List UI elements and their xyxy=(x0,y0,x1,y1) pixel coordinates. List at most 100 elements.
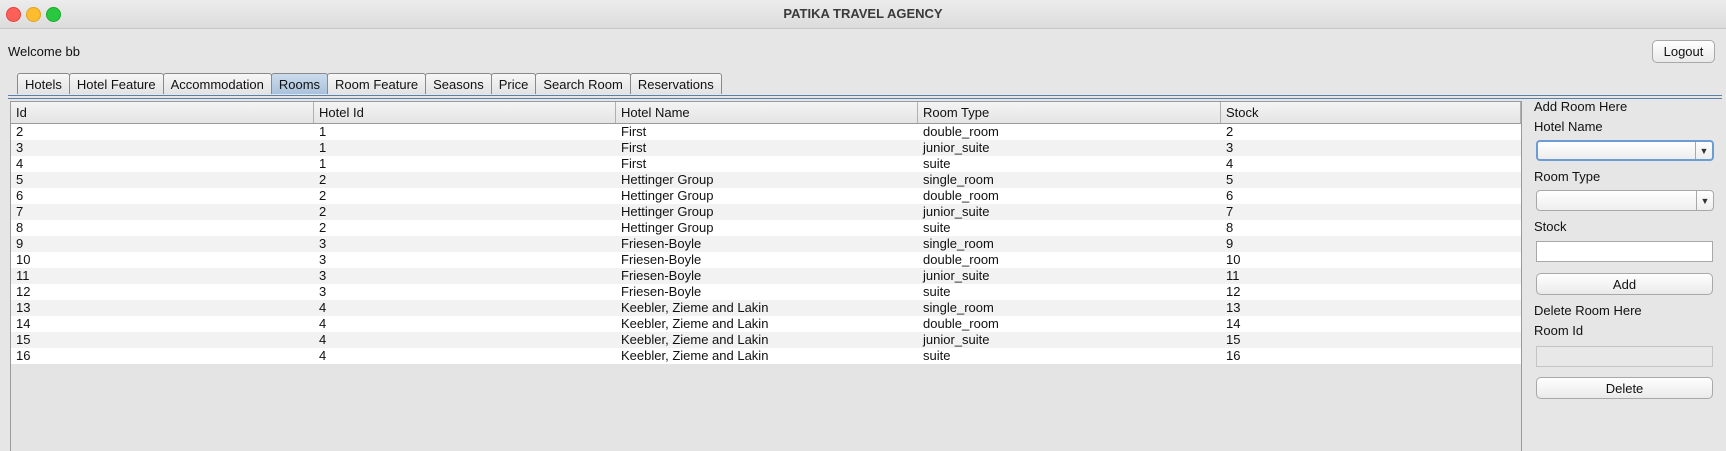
column-header-hotel-id[interactable]: Hotel Id xyxy=(314,102,616,123)
cell-hotel-name: Friesen-Boyle xyxy=(621,236,702,251)
tab-accommodation[interactable]: Accommodation xyxy=(162,73,272,94)
cell-hotel-id: 1 xyxy=(319,156,327,171)
cell-room-type: junior_suite xyxy=(923,204,990,219)
tab-divider xyxy=(8,95,1722,96)
cell-hotel-id: 2 xyxy=(319,204,327,219)
cell-id: 3 xyxy=(16,140,24,155)
stock-input[interactable] xyxy=(1536,241,1713,262)
cell-stock: 4 xyxy=(1226,156,1234,171)
room-type-select[interactable]: ▼ xyxy=(1536,190,1714,211)
hotel-name-select[interactable]: ▼ xyxy=(1536,140,1714,161)
stock-label: Stock xyxy=(1534,219,1567,234)
tab-rooms[interactable]: Rooms xyxy=(270,73,329,94)
cell-hotel-name: Keebler, Zieme and Lakin xyxy=(621,316,769,331)
cell-hotel-id: 3 xyxy=(319,252,327,267)
cell-id: 12 xyxy=(16,284,31,299)
table-row[interactable]: 6 2 Hettinger Group double_room 6 xyxy=(11,188,1521,204)
cell-hotel-name: Friesen-Boyle xyxy=(621,268,702,283)
room-id-input xyxy=(1536,346,1713,367)
cell-room-type: single_room xyxy=(923,236,994,251)
tab-hotels[interactable]: Hotels xyxy=(17,73,70,94)
delete-room-button[interactable]: Delete xyxy=(1536,377,1713,399)
cell-hotel-name: Hettinger Group xyxy=(621,204,714,219)
cell-hotel-name: Friesen-Boyle xyxy=(621,252,702,267)
cell-hotel-id: 1 xyxy=(319,140,327,155)
cell-hotel-name: First xyxy=(621,140,647,155)
table-row[interactable]: 16 4 Keebler, Zieme and Lakin suite 16 xyxy=(11,348,1521,364)
cell-hotel-name: Keebler, Zieme and Lakin xyxy=(621,348,769,363)
cell-hotel-id: 2 xyxy=(319,220,327,235)
cell-room-type: double_room xyxy=(923,188,999,203)
add-room-button[interactable]: Add xyxy=(1536,273,1713,295)
rooms-table[interactable]: Id Hotel Id Hotel Name Room Type Stock 2… xyxy=(10,101,1522,451)
table-row[interactable]: 8 2 Hettinger Group suite 8 xyxy=(11,220,1521,236)
cell-id: 15 xyxy=(16,332,31,347)
table-row[interactable]: 14 4 Keebler, Zieme and Lakin double_roo… xyxy=(11,316,1521,332)
table-row[interactable]: 12 3 Friesen-Boyle suite 12 xyxy=(11,284,1521,300)
tab-price[interactable]: Price xyxy=(490,73,537,94)
cell-hotel-name: Hettinger Group xyxy=(621,172,714,187)
logout-button[interactable]: Logout xyxy=(1652,40,1715,63)
table-row[interactable]: 7 2 Hettinger Group junior_suite 7 xyxy=(11,204,1521,220)
cell-room-type: suite xyxy=(923,220,951,235)
cell-stock: 16 xyxy=(1226,348,1241,363)
cell-id: 9 xyxy=(16,236,24,251)
tab-hotel-feature[interactable]: Hotel Feature xyxy=(68,73,164,94)
table-row[interactable]: 2 1 First double_room 2 xyxy=(11,124,1521,140)
cell-id: 6 xyxy=(16,188,24,203)
table-body: 2 1 First double_room 2 3 1 First junior… xyxy=(11,124,1521,364)
table-row[interactable]: 5 2 Hettinger Group single_room 5 xyxy=(11,172,1521,188)
cell-id: 2 xyxy=(16,124,24,139)
cell-id: 7 xyxy=(16,204,24,219)
table-row[interactable]: 13 4 Keebler, Zieme and Lakin single_roo… xyxy=(11,300,1521,316)
cell-hotel-name: Keebler, Zieme and Lakin xyxy=(621,332,769,347)
table-row[interactable]: 11 3 Friesen-Boyle junior_suite 11 xyxy=(11,268,1521,284)
cell-stock: 12 xyxy=(1226,284,1241,299)
tab-reservations[interactable]: Reservations xyxy=(629,73,722,94)
cell-id: 4 xyxy=(16,156,24,171)
cell-hotel-id: 2 xyxy=(319,188,327,203)
room-id-label: Room Id xyxy=(1534,323,1584,338)
cell-hotel-id: 3 xyxy=(319,236,327,251)
column-header-room-type[interactable]: Room Type xyxy=(918,102,1221,123)
column-header-id[interactable]: Id xyxy=(11,102,314,123)
cell-room-type: double_room xyxy=(923,124,999,139)
delete-room-heading: Delete Room Here xyxy=(1534,303,1642,318)
tab-bar: Hotels Hotel Feature Accommodation Rooms… xyxy=(17,73,722,95)
table-row[interactable]: 10 3 Friesen-Boyle double_room 10 xyxy=(11,252,1521,268)
cell-hotel-id: 3 xyxy=(319,284,327,299)
cell-stock: 5 xyxy=(1226,172,1234,187)
cell-stock: 15 xyxy=(1226,332,1241,347)
chevron-down-icon[interactable]: ▼ xyxy=(1695,142,1712,159)
table-row[interactable]: 9 3 Friesen-Boyle single_room 9 xyxy=(11,236,1521,252)
column-header-stock[interactable]: Stock xyxy=(1221,102,1521,123)
hotel-name-label: Hotel Name xyxy=(1534,119,1603,134)
table-row[interactable]: 4 1 First suite 4 xyxy=(11,156,1521,172)
add-room-heading: Add Room Here xyxy=(1534,99,1628,114)
cell-stock: 11 xyxy=(1226,268,1240,283)
cell-stock: 6 xyxy=(1226,188,1234,203)
chevron-down-icon[interactable]: ▼ xyxy=(1696,191,1713,210)
cell-hotel-id: 4 xyxy=(319,348,327,363)
table-row[interactable]: 15 4 Keebler, Zieme and Lakin junior_sui… xyxy=(11,332,1521,348)
cell-room-type: double_room xyxy=(923,316,999,331)
cell-room-type: suite xyxy=(923,348,951,363)
column-header-hotel-name[interactable]: Hotel Name xyxy=(616,102,918,123)
cell-hotel-id: 1 xyxy=(319,124,327,139)
cell-id: 16 xyxy=(16,348,31,363)
tab-seasons[interactable]: Seasons xyxy=(425,73,492,94)
cell-stock: 3 xyxy=(1226,140,1234,155)
tab-room-feature[interactable]: Room Feature xyxy=(327,73,427,94)
cell-id: 14 xyxy=(16,316,31,331)
room-type-label: Room Type xyxy=(1534,169,1601,184)
cell-room-type: junior_suite xyxy=(923,140,990,155)
cell-room-type: suite xyxy=(923,284,951,299)
cell-id: 13 xyxy=(16,300,31,315)
table-row[interactable]: 3 1 First junior_suite 3 xyxy=(11,140,1521,156)
cell-room-type: junior_suite xyxy=(923,332,990,347)
cell-hotel-id: 4 xyxy=(319,300,327,315)
cell-room-type: suite xyxy=(923,156,951,171)
cell-hotel-name: First xyxy=(621,156,647,171)
tab-search-room[interactable]: Search Room xyxy=(535,73,631,94)
cell-hotel-name: Friesen-Boyle xyxy=(621,284,702,299)
